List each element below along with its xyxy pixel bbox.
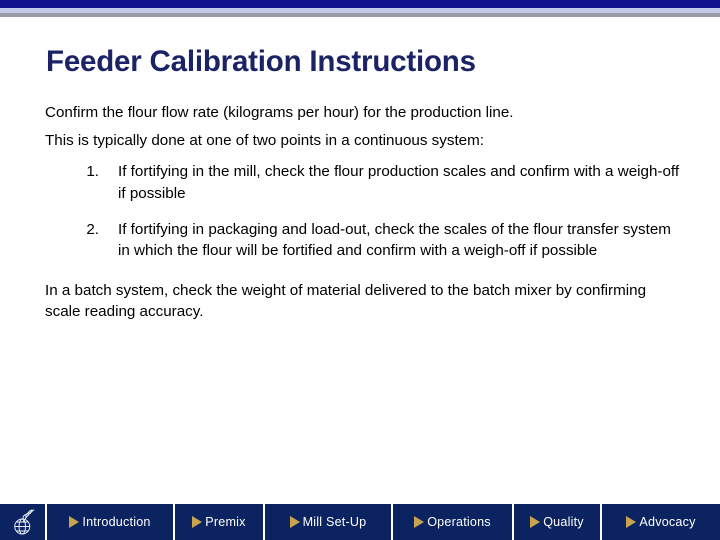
logo-button[interactable] bbox=[0, 504, 47, 540]
triangle-right-icon bbox=[530, 516, 541, 528]
intro-line-1: Confirm the flour flow rate (kilograms p… bbox=[45, 104, 514, 121]
top-decorative-bands bbox=[0, 0, 720, 17]
footer-navigation: Introduction Premix Mill Set-Up Operatio… bbox=[0, 504, 720, 540]
globe-wheat-logo-icon bbox=[8, 507, 38, 537]
nav-button-mill-set-up[interactable]: Mill Set-Up bbox=[265, 504, 393, 540]
list-item-number: 2. bbox=[86, 220, 99, 238]
list-item-text: If fortifying in the mill, check the flo… bbox=[118, 163, 680, 202]
triangle-right-icon bbox=[289, 516, 300, 528]
page-title: Feeder Calibration Instructions bbox=[46, 45, 476, 78]
nav-button-label: Mill Set-Up bbox=[302, 515, 367, 529]
slide-content: Confirm the flour flow rate (kilograms p… bbox=[45, 105, 685, 336]
list-item-text: If fortifying in packaging and load-out,… bbox=[118, 220, 671, 260]
nav-button-introduction[interactable]: Introduction bbox=[47, 504, 175, 540]
nav-button-premix[interactable]: Premix bbox=[175, 504, 265, 540]
triangle-right-icon bbox=[69, 516, 80, 528]
nav-button-label: Premix bbox=[205, 515, 246, 529]
list-item: 1. If fortifying in the mill, check the … bbox=[45, 161, 685, 204]
nav-button-label: Operations bbox=[427, 515, 491, 529]
instruction-list: 1. If fortifying in the mill, check the … bbox=[45, 161, 685, 261]
nav-button-advocacy[interactable]: Advocacy bbox=[602, 504, 720, 540]
nav-button-label: Advocacy bbox=[639, 515, 696, 529]
triangle-right-icon bbox=[414, 516, 425, 528]
list-item: 2. If fortifying in packaging and load-o… bbox=[45, 219, 685, 262]
slide-body: Feeder Calibration Instructions Confirm … bbox=[0, 17, 720, 504]
nav-button-label: Introduction bbox=[82, 515, 151, 529]
nav-button-quality[interactable]: Quality bbox=[514, 504, 602, 540]
nav-button-operations[interactable]: Operations bbox=[393, 504, 514, 540]
nav-button-label: Quality bbox=[543, 515, 584, 529]
closing-paragraph: In a batch system, check the weight of m… bbox=[45, 281, 647, 321]
triangle-right-icon bbox=[626, 516, 637, 528]
list-item-number: 1. bbox=[86, 163, 99, 181]
top-band-navy bbox=[0, 0, 720, 8]
triangle-right-icon bbox=[192, 516, 203, 528]
intro-line-2: This is typically done at one of two poi… bbox=[45, 132, 484, 150]
